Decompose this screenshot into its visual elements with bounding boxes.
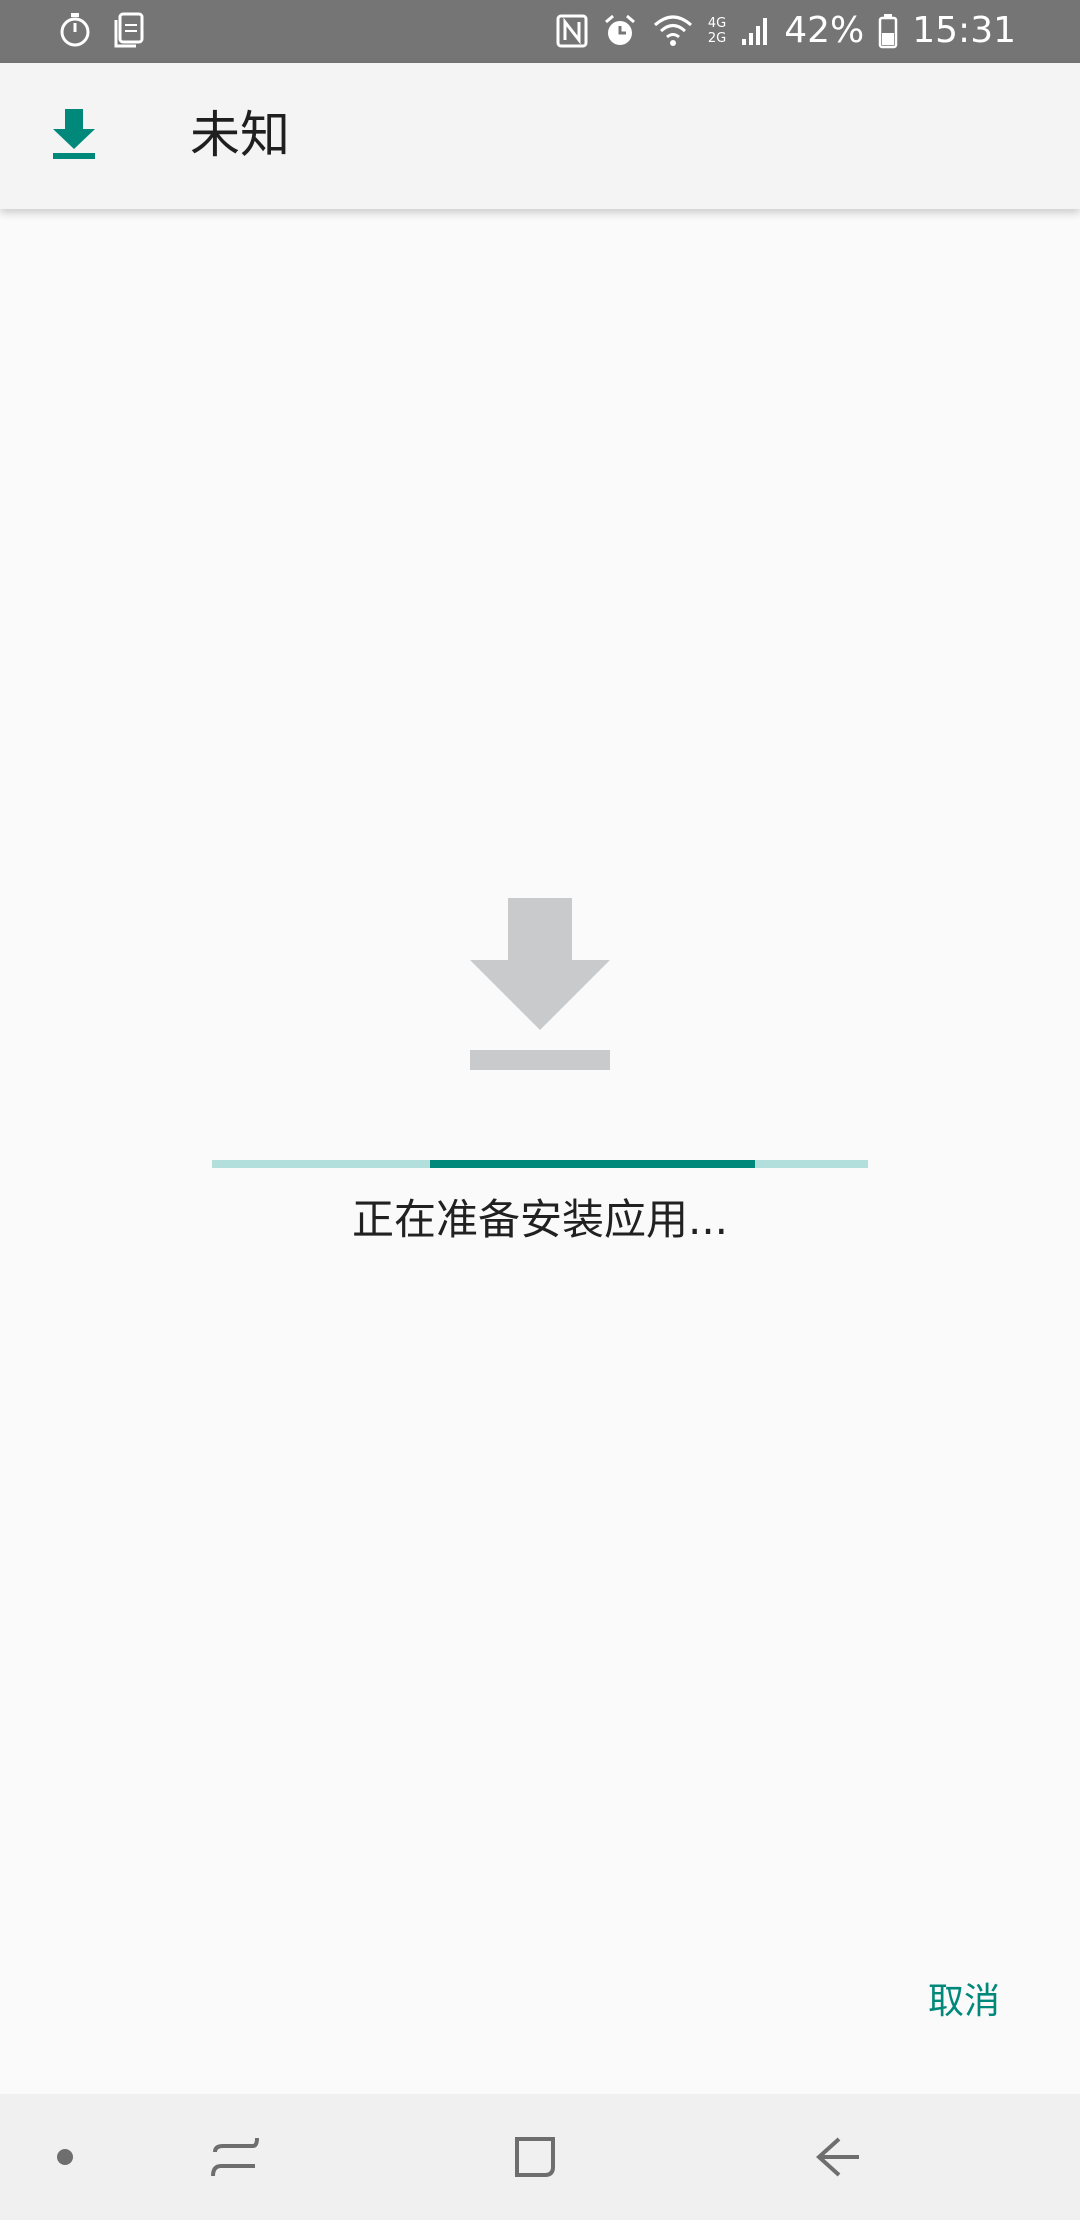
cell-signal-icon: [740, 15, 770, 47]
navigation-bar: [0, 2094, 1080, 2220]
app-title: 未知: [190, 106, 290, 164]
install-download-icon: [468, 898, 612, 1072]
nfc-icon: [556, 14, 588, 48]
status-bar: 4G 2G 42% 15:31: [0, 0, 1080, 63]
clock: 15:31: [912, 10, 1016, 51]
alarm-icon: [602, 13, 638, 49]
clipboard-icon: [112, 12, 144, 48]
recents-icon[interactable]: [180, 2094, 290, 2220]
download-icon: [50, 109, 98, 161]
battery-percent: 42%: [784, 10, 865, 51]
app-bar: 未知: [0, 63, 1080, 209]
cancel-button[interactable]: 取消: [918, 1972, 1010, 2032]
stopwatch-icon: [58, 12, 92, 48]
dot-indicator-icon: [30, 2094, 100, 2220]
network-type-label: 4G 2G: [708, 16, 726, 46]
home-icon[interactable]: [480, 2094, 590, 2220]
wifi-icon: [652, 13, 694, 49]
install-status-message: 正在准备安装应用...: [351, 1195, 729, 1244]
network-label-2g: 2G: [707, 31, 727, 46]
back-icon[interactable]: [782, 2094, 892, 2220]
progress-indicator: [430, 1160, 755, 1168]
battery-icon: [878, 13, 898, 49]
status-right-icons: 4G 2G 42% 15:31: [556, 8, 1016, 54]
status-left-icons: [58, 12, 144, 48]
install-progress-bar: [212, 1160, 868, 1168]
network-label-4g: 4G: [707, 16, 727, 31]
